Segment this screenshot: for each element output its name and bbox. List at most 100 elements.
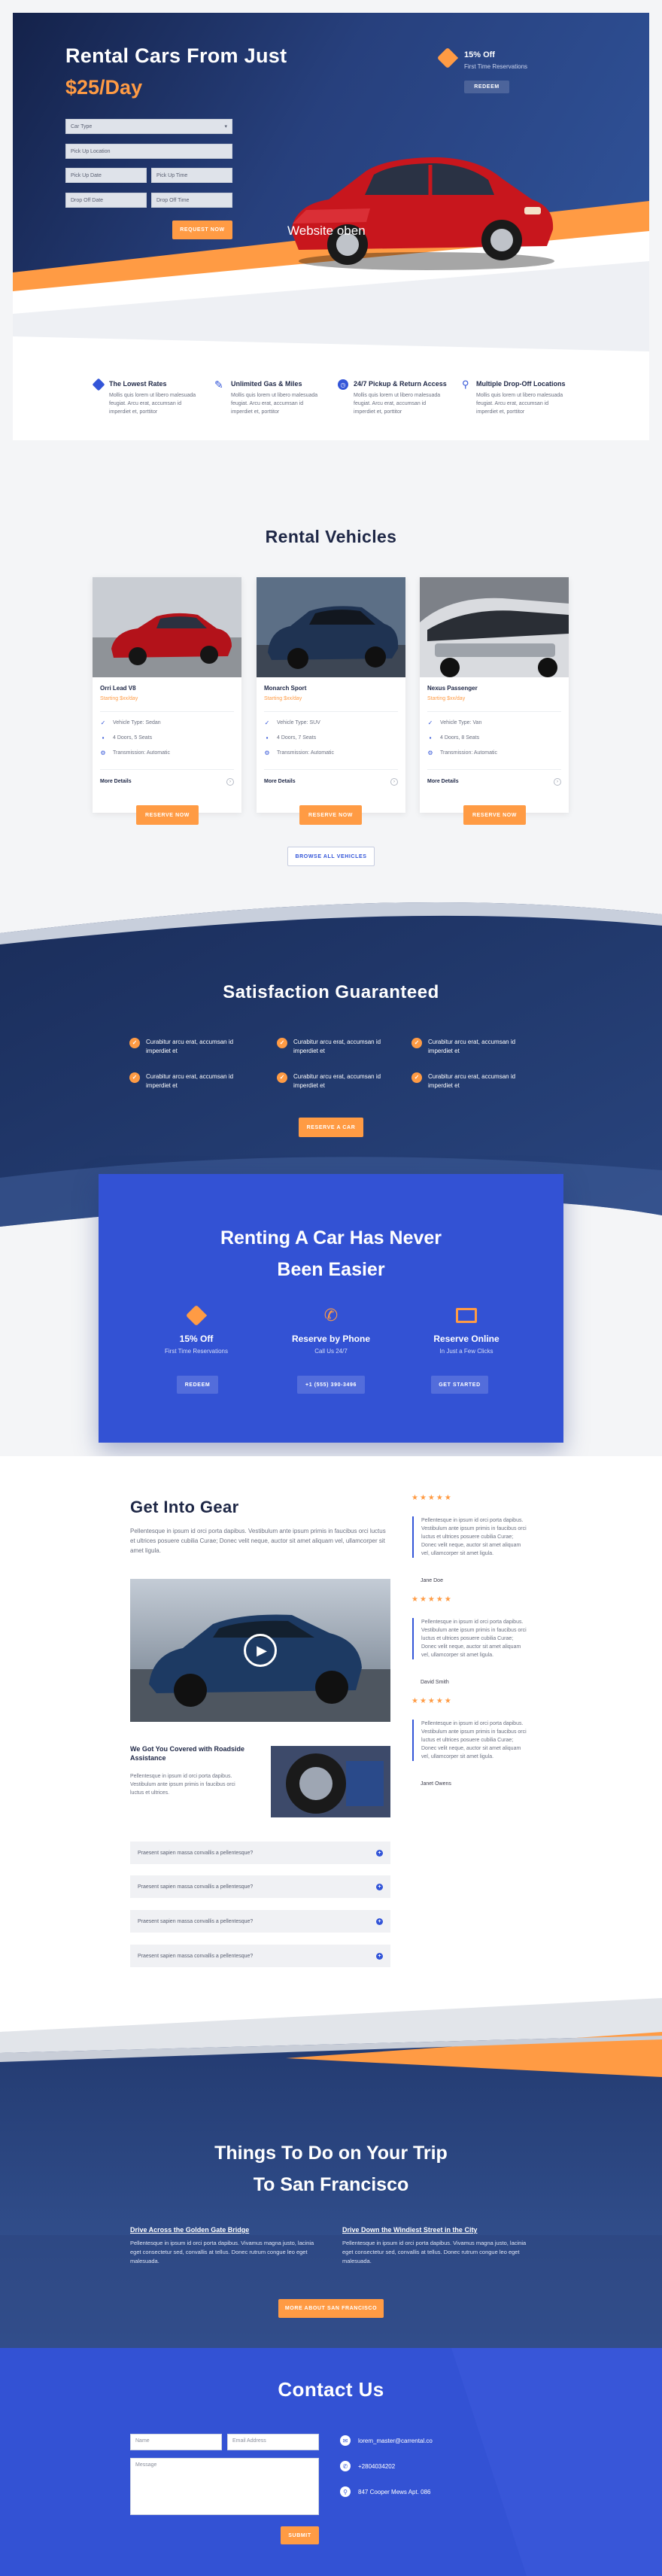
vehicle-photo — [257, 577, 405, 677]
image-caption: Website oben — [287, 224, 366, 238]
roadside-text: Pellentesque in ipsum id orci porta dapi… — [130, 1774, 235, 1796]
email-input[interactable]: Email Address — [227, 2434, 319, 2450]
get-started-button[interactable]: Get Started — [431, 1376, 488, 1394]
spec-text: Transmission: Automatic — [277, 750, 334, 756]
gear-icon: ⚙ — [264, 750, 270, 756]
car-icon: ✓ — [100, 719, 106, 726]
check-icon: ✓ — [411, 1072, 422, 1083]
vehicle-spec: ⚙ Transmission: Automatic — [264, 750, 334, 756]
promo-title: 15% Off — [464, 50, 495, 59]
check-icon: ✓ — [129, 1038, 140, 1048]
vehicle-spec: ✓ Vehicle Type: Sedan — [100, 719, 161, 726]
reserve-now-button[interactable]: Reserve Now — [463, 805, 526, 825]
more-details-link[interactable]: More Details — [264, 779, 296, 784]
spec-text: Vehicle Type: SUV — [277, 720, 320, 725]
satisfaction-heading: Satisfaction Guaranteed — [223, 982, 439, 1002]
faq-question: Praesent sapien massa convallis a pellen… — [138, 1884, 254, 1890]
dropoff-time-input[interactable]: Drop Off Time — [151, 193, 232, 208]
promo-redeem-button[interactable]: Redeem — [464, 81, 509, 93]
checklist-text: Curabitur arcu erat, accumsan id imperdi… — [146, 1039, 234, 1054]
roadside-title: We Got You Covered with Roadside Assista… — [130, 1745, 245, 1762]
car-type-select[interactable]: Car Type ▾ — [65, 119, 232, 134]
pickup-date-input[interactable]: Pick Up Date — [65, 168, 147, 183]
plus-icon[interactable]: + — [376, 1849, 383, 1857]
monitor-icon — [456, 1308, 477, 1323]
plus-icon[interactable]: + — [376, 1952, 383, 1960]
faq-item[interactable]: Praesent sapien massa convallis a pellen… — [130, 1842, 390, 1864]
review-name: Jane Doe — [421, 1578, 443, 1583]
reserve-car-button[interactable]: Reserve a Car — [299, 1118, 363, 1137]
chevron-right-icon[interactable]: › — [554, 778, 561, 786]
message-textarea[interactable]: Message — [130, 2458, 319, 2515]
divider — [264, 711, 398, 712]
check-icon: ✓ — [277, 1038, 287, 1048]
chevron-right-icon[interactable]: › — [390, 778, 398, 786]
vehicle-name: Orri Lead V8 — [100, 685, 136, 692]
checklist-item: ✓ Curabitur arcu erat, accumsan id imperd… — [129, 1038, 257, 1056]
submit-button[interactable]: Submit — [281, 2526, 319, 2544]
gear-video[interactable]: ▶ — [130, 1579, 390, 1722]
vehicle-spec: ▪ 4 Doors, 5 Seats — [100, 734, 153, 741]
checklist-item: ✓ Curabitur arcu erat, accumsan id imperd… — [411, 1038, 539, 1056]
more-about-sf-button[interactable]: More About San Francisco — [278, 2299, 384, 2318]
seat-icon: ▪ — [429, 734, 432, 741]
spec-text: 4 Doors, 8 Seats — [440, 735, 480, 741]
contact-phone: ✆ +2804034202 — [340, 2461, 395, 2471]
pickup-location-input[interactable]: Pick Up Location — [65, 144, 232, 159]
chevron-right-icon[interactable]: › — [226, 778, 234, 786]
things-title[interactable]: Drive Across the Golden Gate Bridge — [130, 2226, 249, 2234]
vehicle-spec: ⚙ Transmission: Automatic — [100, 750, 170, 756]
pen-icon: ✎ — [214, 379, 223, 391]
redeem-button[interactable]: Redeem — [177, 1376, 218, 1394]
checklist-text: Curabitur arcu erat, accumsan id imperdi… — [428, 1073, 516, 1089]
vehicle-price: Starting $xx/day — [100, 696, 138, 701]
plus-icon[interactable]: + — [376, 1883, 383, 1890]
phone-button[interactable]: +1 (555) 390-3496 — [297, 1376, 365, 1394]
pickup-time-input[interactable]: Pick Up Time — [151, 168, 232, 183]
things-heading-line: To San Francisco — [253, 2174, 409, 2195]
dropoff-date-input[interactable]: Drop Off Date — [65, 193, 147, 208]
star-rating: ★★★★★ — [411, 1494, 453, 1502]
browse-vehicles-button[interactable]: Browse All Vehicles — [287, 847, 375, 866]
divider — [427, 711, 561, 712]
vehicle-photo — [420, 577, 569, 677]
checklist-text: Curabitur arcu erat, accumsan id imperdi… — [146, 1073, 234, 1089]
checklist-item: ✓ Curabitur arcu erat, accumsan id imperd… — [411, 1072, 539, 1090]
name-input[interactable]: Name — [130, 2434, 222, 2450]
feature-text: Mollis quis lorem ut libero malesuada fe… — [476, 393, 563, 415]
vehicle-name: Nexus Passenger — [427, 685, 478, 692]
renting-heading-line: Renting A Car Has Never — [220, 1227, 442, 1248]
chevron-down-icon: ▾ — [224, 124, 227, 129]
contact-email-text[interactable]: lorem_master@carrental.co — [358, 2438, 433, 2444]
gear-icon: ⚙ — [100, 750, 106, 756]
email-icon: ✉ — [340, 2435, 351, 2446]
phone-icon: ✆ — [340, 2461, 351, 2471]
hero-price: $25/Day — [65, 76, 143, 99]
faq-item[interactable]: Praesent sapien massa convallis a pellen… — [130, 1910, 390, 1933]
more-details-link[interactable]: More Details — [100, 779, 132, 784]
review-text: Pellentesque in ipsum id orci porta dapi… — [412, 1618, 529, 1659]
location-pin-icon: ⚲ — [462, 379, 469, 390]
review-text: Pellentesque in ipsum id orci porta dapi… — [412, 1516, 529, 1558]
things-text: Pellentesque in ipsum id orci porta dapi… — [342, 2240, 527, 2264]
reserve-now-button[interactable]: Reserve Now — [299, 805, 362, 825]
tire-photo — [271, 1746, 390, 1817]
renting-title: 15% Off — [179, 1334, 214, 1344]
checklist-item: ✓ Curabitur arcu erat, accumsan id imperd… — [129, 1072, 257, 1090]
faq-item[interactable]: Praesent sapien massa convallis a pellen… — [130, 1945, 390, 1967]
plus-icon[interactable]: + — [376, 1918, 383, 1925]
play-icon[interactable]: ▶ — [244, 1634, 277, 1667]
star-rating: ★★★★★ — [411, 1595, 453, 1604]
reserve-now-button[interactable]: Reserve Now — [136, 805, 199, 825]
contact-address-text: 847 Cooper Mews Apt. 086 — [358, 2488, 431, 2495]
request-now-button[interactable]: Request Now — [172, 220, 232, 239]
vehicle-name: Monarch Sport — [264, 685, 307, 692]
spec-text: 4 Doors, 5 Seats — [113, 735, 153, 741]
renting-subtitle: Call Us 24/7 — [314, 1348, 348, 1355]
faq-item[interactable]: Praesent sapien massa convallis a pellen… — [130, 1875, 390, 1898]
clock-icon: ◷ — [338, 379, 348, 390]
contact-phone-text: +2804034202 — [358, 2462, 396, 2470]
spec-text: Vehicle Type: Sedan — [113, 720, 161, 725]
more-details-link[interactable]: More Details — [427, 779, 459, 784]
things-title[interactable]: Drive Down the Windiest Street in the Ci… — [342, 2226, 477, 2234]
